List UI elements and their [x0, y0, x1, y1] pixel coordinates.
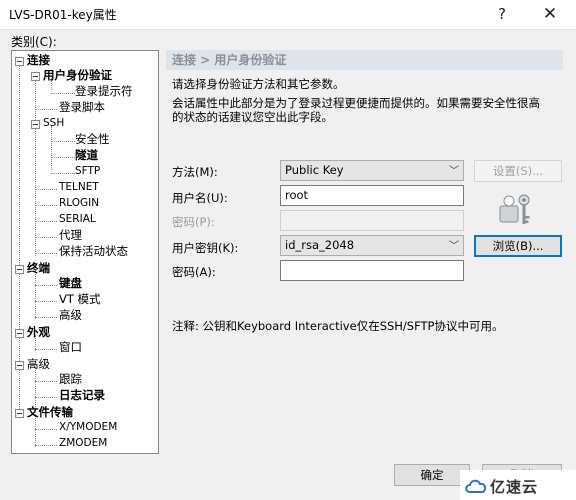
- expand-toggle-icon[interactable]: [15, 329, 24, 338]
- tree-item-logging[interactable]: 日志记录: [59, 388, 105, 403]
- expand-toggle-icon[interactable]: [15, 409, 24, 418]
- tree-item-rlogin[interactable]: RLOGIN: [59, 196, 99, 211]
- watermark-text: 亿速云: [490, 478, 539, 496]
- tree-item-login-script[interactable]: 登录脚本: [59, 100, 105, 115]
- tree-item-proxy[interactable]: 代理: [59, 228, 82, 243]
- method-select[interactable]: Public Key ﹀: [280, 160, 464, 181]
- tree-item-zmodem[interactable]: ZMODEM: [59, 436, 107, 451]
- tree-item-serial[interactable]: SERIAL: [59, 212, 96, 227]
- tree-item-telnet[interactable]: TELNET: [59, 180, 99, 195]
- tree-item-auth[interactable]: 用户身份验证: [43, 68, 112, 83]
- userkey-select-value: id_rsa_2048: [285, 238, 355, 252]
- userkey-select[interactable]: id_rsa_2048 ﹀: [280, 235, 464, 256]
- tree-item-appearance[interactable]: 外观: [27, 325, 50, 340]
- chevron-down-icon: ﹀: [449, 166, 459, 177]
- settings-button[interactable]: 设置(S)...: [474, 160, 562, 182]
- password-field[interactable]: [280, 210, 464, 231]
- passphrase-field[interactable]: [280, 260, 464, 281]
- close-icon[interactable]: ✕: [532, 0, 568, 29]
- expand-toggle-icon[interactable]: [15, 57, 24, 66]
- tree-item-window[interactable]: 窗口: [59, 340, 82, 355]
- tree-item-ssh[interactable]: SSH: [43, 116, 64, 131]
- tree-item-tunnel[interactable]: 隧道: [75, 148, 98, 163]
- tree-item-terminal-advanced[interactable]: 高级: [59, 308, 82, 323]
- tree-item-trace[interactable]: 跟踪: [59, 372, 82, 387]
- tree-item-keyboard[interactable]: 键盘: [59, 276, 82, 291]
- panel-description: 请选择身份验证方法和其它参数。: [172, 77, 345, 91]
- tree-item-vt-mode[interactable]: VT 模式: [59, 292, 101, 307]
- username-field[interactable]: root: [280, 185, 464, 206]
- panel-breadcrumb: 连接 > 用户身份验证: [166, 50, 563, 70]
- tree-item-connection[interactable]: 连接: [27, 53, 50, 68]
- expand-toggle-icon[interactable]: [15, 361, 24, 370]
- note-text: 注释: 公钥和Keyboard Interactive仅在SSH/SFTP协议中…: [172, 319, 504, 333]
- watermark-logo: 亿速云: [460, 470, 576, 500]
- passphrase-label: 密码(A):: [172, 265, 216, 279]
- window-title: LVS-DR01-key属性: [9, 8, 117, 22]
- userkey-label: 用户密钥(K):: [172, 241, 239, 255]
- tree-item-terminal[interactable]: 终端: [27, 261, 50, 276]
- tree-item-login-prompt[interactable]: 登录提示符: [75, 84, 133, 99]
- help-icon[interactable]: ?: [484, 0, 520, 29]
- cloud-icon: [465, 479, 487, 493]
- method-select-value: Public Key: [285, 163, 344, 177]
- category-tree[interactable]: 连接 用户身份验证 登录提示符 登录脚本 SSH 安全性 隧道 SFTP TEL…: [11, 50, 159, 454]
- key-icon: [499, 194, 530, 224]
- tree-item-keepalive[interactable]: 保持活动状态: [59, 244, 128, 259]
- username-label: 用户名(U):: [172, 191, 228, 205]
- tree-item-file-transfer[interactable]: 文件传输: [27, 405, 73, 420]
- tree-item-xymodem[interactable]: X/YMODEM: [59, 420, 117, 435]
- expand-toggle-icon[interactable]: [31, 72, 40, 81]
- chevron-down-icon: ﹀: [449, 241, 459, 252]
- panel-description: 的状态的话建议您空出此字段。: [172, 110, 333, 124]
- browse-button[interactable]: 浏览(B)...: [474, 235, 562, 257]
- category-label: 类别(C):: [11, 35, 57, 49]
- tree-item-advanced[interactable]: 高级: [27, 357, 50, 372]
- expand-toggle-icon[interactable]: [31, 120, 40, 129]
- title-bar: LVS-DR01-key属性 ? ✕: [0, 0, 576, 30]
- password-label: 密码(P):: [172, 215, 215, 229]
- tree-item-security[interactable]: 安全性: [75, 132, 110, 147]
- ok-button[interactable]: 确定: [394, 464, 470, 486]
- method-label: 方法(M):: [172, 165, 218, 179]
- tree-item-sftp[interactable]: SFTP: [75, 164, 100, 179]
- expand-toggle-icon[interactable]: [15, 265, 24, 274]
